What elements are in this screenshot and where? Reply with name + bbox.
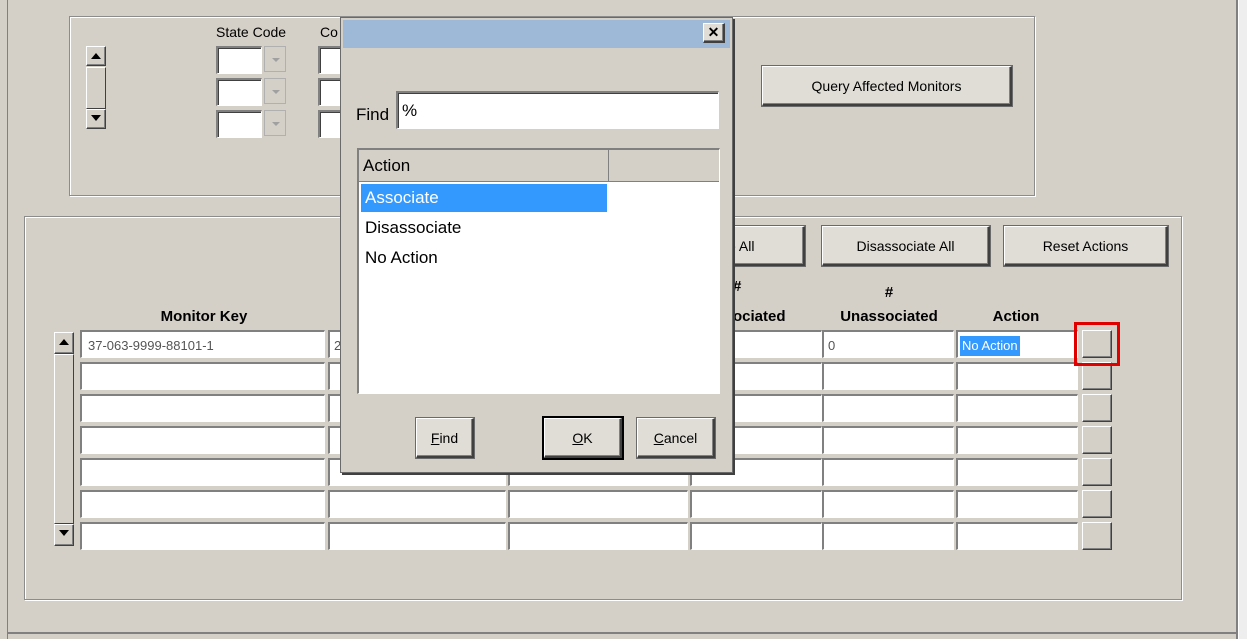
- unassociated-hash-header: #: [884, 284, 894, 301]
- grid-cell[interactable]: [822, 362, 954, 390]
- cancel-button[interactable]: Cancel: [637, 418, 715, 458]
- grid-scroll-down-button[interactable]: [54, 524, 74, 546]
- ok-button-label: K: [583, 429, 593, 446]
- grid-cell[interactable]: [956, 362, 1078, 390]
- arrow-down-icon: [91, 115, 101, 121]
- arrow-up-icon: [59, 339, 69, 345]
- county-code-field-2[interactable]: [318, 78, 342, 106]
- cancel-mnemonic: C: [653, 429, 664, 446]
- grid-cell[interactable]: [956, 458, 1078, 486]
- list-item-associate[interactable]: Associate: [361, 184, 607, 212]
- action-list[interactable]: Action Associate Disassociate No Action: [357, 148, 720, 394]
- grid-cell[interactable]: [328, 522, 506, 550]
- right-window-edge-light: [1238, 0, 1247, 639]
- unassociated-header: Unassociated: [840, 308, 938, 325]
- dropdown-arrow-icon[interactable]: [264, 78, 286, 104]
- ok-mnemonic: O: [572, 429, 584, 446]
- grid-scroll-up-button[interactable]: [54, 332, 74, 354]
- close-icon[interactable]: ✕: [703, 23, 725, 43]
- list-item-disassociate[interactable]: Disassociate: [361, 214, 607, 242]
- row1-unassociated: 0: [828, 338, 836, 353]
- state-code-field-1[interactable]: [216, 46, 262, 74]
- grid-cell[interactable]: [822, 522, 954, 550]
- criteria-scroll-track[interactable]: [86, 67, 106, 109]
- list-header-action: Action: [359, 150, 609, 182]
- county-code-field-3[interactable]: [318, 110, 342, 138]
- grid-cell[interactable]: [822, 426, 954, 454]
- list-of-values-button[interactable]: [1082, 458, 1112, 486]
- list-of-values-button[interactable]: [1082, 394, 1112, 422]
- find-input[interactable]: %: [396, 91, 719, 129]
- associated-header: ociated: [733, 308, 786, 325]
- dropdown-arrow-icon[interactable]: [264, 46, 286, 72]
- grid-cell[interactable]: [80, 458, 325, 486]
- cancel-button-label: ancel: [663, 429, 698, 446]
- find-label: Find: [356, 105, 390, 124]
- state-code-field-2[interactable]: [216, 78, 262, 106]
- grid-cell[interactable]: [956, 522, 1078, 550]
- associated-hash-header: #: [733, 278, 742, 295]
- grid-cell[interactable]: [508, 490, 688, 518]
- grid-cell[interactable]: [80, 362, 325, 390]
- bottom-window-edge: [8, 632, 1236, 634]
- find-mnemonic: F: [430, 429, 440, 446]
- state-code-label: State Code: [216, 24, 287, 40]
- find-button[interactable]: Find: [416, 418, 474, 458]
- list-of-values-button[interactable]: [1082, 426, 1112, 454]
- list-of-values-button[interactable]: [1082, 490, 1112, 518]
- grid-cell[interactable]: [80, 394, 325, 422]
- grid-cell[interactable]: [80, 490, 325, 518]
- list-of-values-button[interactable]: [1082, 522, 1112, 550]
- ok-button[interactable]: OK: [544, 418, 622, 458]
- grid-cell[interactable]: [690, 490, 822, 518]
- grid-cell[interactable]: [956, 394, 1078, 422]
- criteria-scroll-up-button[interactable]: [86, 46, 106, 66]
- grid-cell[interactable]: [80, 522, 325, 550]
- arrow-up-icon: [91, 53, 101, 59]
- reset-actions-button[interactable]: Reset Actions: [1004, 226, 1168, 266]
- list-of-values-dialog: ✕ Find % Action Associate Disassociate N…: [340, 17, 733, 473]
- grid-cell[interactable]: [822, 394, 954, 422]
- disassociate-all-button[interactable]: Disassociate All: [822, 226, 990, 266]
- grid-cell[interactable]: [690, 522, 822, 550]
- list-header-blank: [609, 150, 719, 182]
- monitor-key-header: Monitor Key: [160, 308, 248, 325]
- county-code-label: Co: [320, 24, 338, 40]
- left-window-edge: [0, 0, 8, 639]
- action-header: Action: [992, 308, 1040, 325]
- grid-scroll-track[interactable]: [54, 354, 74, 524]
- grid-cell[interactable]: [328, 490, 506, 518]
- query-affected-monitors-button[interactable]: Query Affected Monitors: [762, 66, 1012, 106]
- find-button-label: ind: [439, 429, 459, 446]
- row1-action-value[interactable]: No Action: [960, 336, 1020, 356]
- grid-cell[interactable]: [956, 426, 1078, 454]
- state-code-field-3[interactable]: [216, 110, 262, 138]
- grid-cell[interactable]: [822, 458, 954, 486]
- list-item-no-action[interactable]: No Action: [361, 244, 607, 272]
- county-code-field-1[interactable]: [318, 46, 342, 74]
- arrow-down-icon: [59, 530, 69, 536]
- grid-cell[interactable]: [822, 330, 954, 358]
- grid-cell[interactable]: [956, 490, 1078, 518]
- dialog-title-bar[interactable]: [343, 20, 730, 48]
- row1-monitor-key: 37-063-9999-88101-1: [88, 338, 214, 353]
- criteria-scroll-down-button[interactable]: [86, 109, 106, 129]
- grid-cell[interactable]: [508, 522, 688, 550]
- highlight-box: [1074, 322, 1120, 366]
- grid-cell[interactable]: [80, 426, 325, 454]
- list-of-values-button[interactable]: [1082, 362, 1112, 390]
- grid-cell[interactable]: [822, 490, 954, 518]
- dropdown-arrow-icon[interactable]: [264, 110, 286, 136]
